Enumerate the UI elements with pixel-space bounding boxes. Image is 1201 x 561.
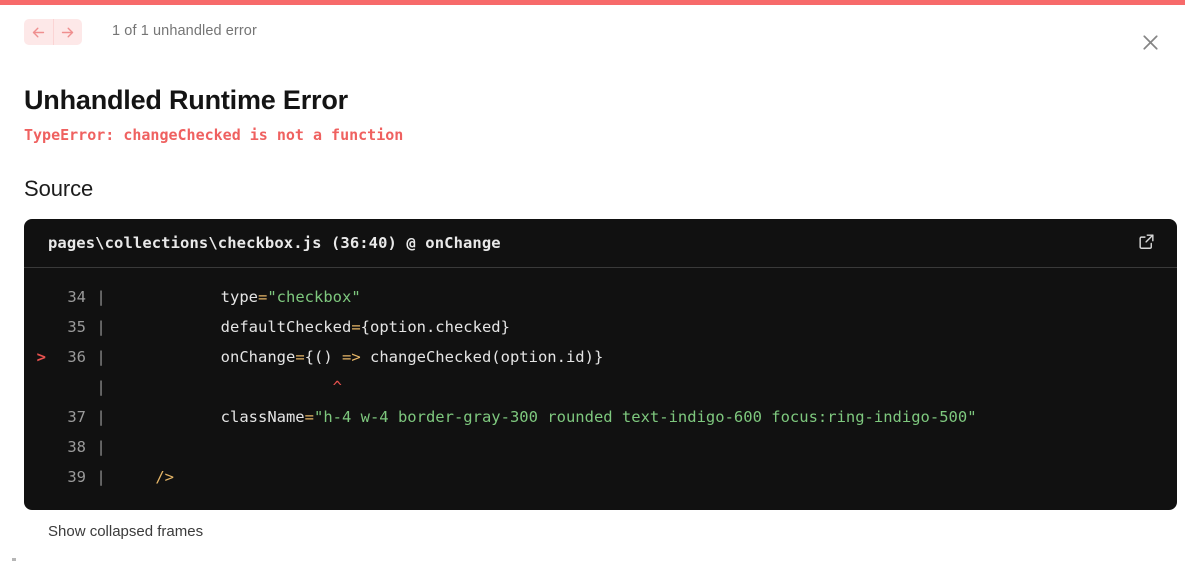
error-message: TypeError: changeChecked is not a functi… [24, 126, 404, 145]
code-line-number: 39 [67, 468, 86, 487]
source-code-card: pages\collections\checkbox.js (36:40) @ … [24, 219, 1177, 511]
error-line-marker: > [36, 348, 46, 367]
code-gutter-divider: | [96, 468, 106, 487]
code-line-number: 37 [67, 408, 86, 427]
code-line-content: /> [116, 462, 1177, 492]
page-title: Unhandled Runtime Error [24, 85, 348, 115]
code-line: 34 | type="checkbox" [24, 282, 1177, 312]
code-line-content: className="h-4 w-4 border-gray-300 round… [116, 402, 1177, 432]
code-gutter-divider: | [96, 438, 106, 457]
next-error-button[interactable] [53, 19, 82, 45]
code-token: {option.checked} [360, 318, 510, 337]
code-token: className [146, 408, 305, 427]
code-gutter-divider: | [96, 288, 106, 307]
code-token: = [304, 408, 314, 427]
code-line: 39 | /> [24, 462, 1177, 492]
source-file-header: pages\collections\checkbox.js (36:40) @ … [24, 219, 1177, 269]
arrow-right-icon [59, 24, 76, 41]
code-token: ^ [146, 378, 342, 397]
code-line-number: 34 [67, 288, 86, 307]
code-gutter-divider: | [96, 378, 106, 397]
code-line: 37 | className="h-4 w-4 border-gray-300 r… [24, 402, 1177, 432]
code-token: => [341, 348, 361, 367]
code-line-number: 35 [67, 318, 86, 337]
code-gutter-divider: | [96, 348, 106, 367]
code-token: type [146, 288, 258, 307]
code-gutter-divider: | [96, 318, 106, 337]
error-nav-group [24, 19, 82, 45]
overlay-body: Unhandled Runtime Error TypeError: chang… [0, 57, 1185, 540]
previous-error-button[interactable] [24, 19, 53, 45]
code-token: = [351, 318, 361, 337]
code-line: 38 | [24, 432, 1177, 462]
code-token: {() [304, 348, 342, 367]
code-line: 35 | defaultChecked={option.checked} [24, 312, 1177, 342]
arrow-left-icon [30, 24, 47, 41]
external-link-icon [1137, 232, 1156, 254]
source-section-heading: Source [24, 176, 94, 202]
code-token: defaultChecked [146, 318, 352, 337]
code-line-content: type="checkbox" [116, 282, 1177, 312]
code-token: "checkbox" [267, 288, 361, 307]
code-line-number: 38 [67, 438, 86, 457]
code-token: onChange [146, 348, 296, 367]
code-token: = [295, 348, 305, 367]
code-gutter-divider: | [96, 408, 106, 427]
code-token: = [257, 288, 268, 307]
code-line: >36 | onChange={() => changeChecked(optio… [24, 342, 1177, 372]
source-file-path: pages\collections\checkbox.js (36:40) @ … [48, 234, 501, 253]
error-count-label: 1 of 1 unhandled error [112, 23, 257, 39]
source-code-lines: 34 | type="checkbox" 35 | defaultChecked={o… [24, 268, 1177, 510]
code-line-content: defaultChecked={option.checked} [116, 312, 1177, 342]
error-overlay-dialog: 1 of 1 unhandled error Unhandled Runtime… [0, 0, 1185, 558]
close-icon [1139, 31, 1162, 57]
code-line-content: onChange={() => changeChecked(option.id)… [116, 342, 1177, 372]
code-token: /> [155, 468, 175, 487]
code-line-content: ^ [116, 372, 1177, 402]
open-in-editor-button[interactable] [1133, 230, 1159, 256]
close-overlay-button[interactable] [1133, 27, 1167, 61]
overlay-header: 1 of 1 unhandled error [0, 5, 1185, 57]
code-token: "h-4 w-4 border-gray-300 rounded text-in… [313, 408, 977, 427]
code-line-number: 36 [67, 348, 86, 367]
show-collapsed-frames-button[interactable]: Show collapsed frames [48, 523, 203, 540]
code-token: changeChecked(option.id)} [360, 348, 604, 367]
code-line: | ^ [24, 372, 1177, 402]
